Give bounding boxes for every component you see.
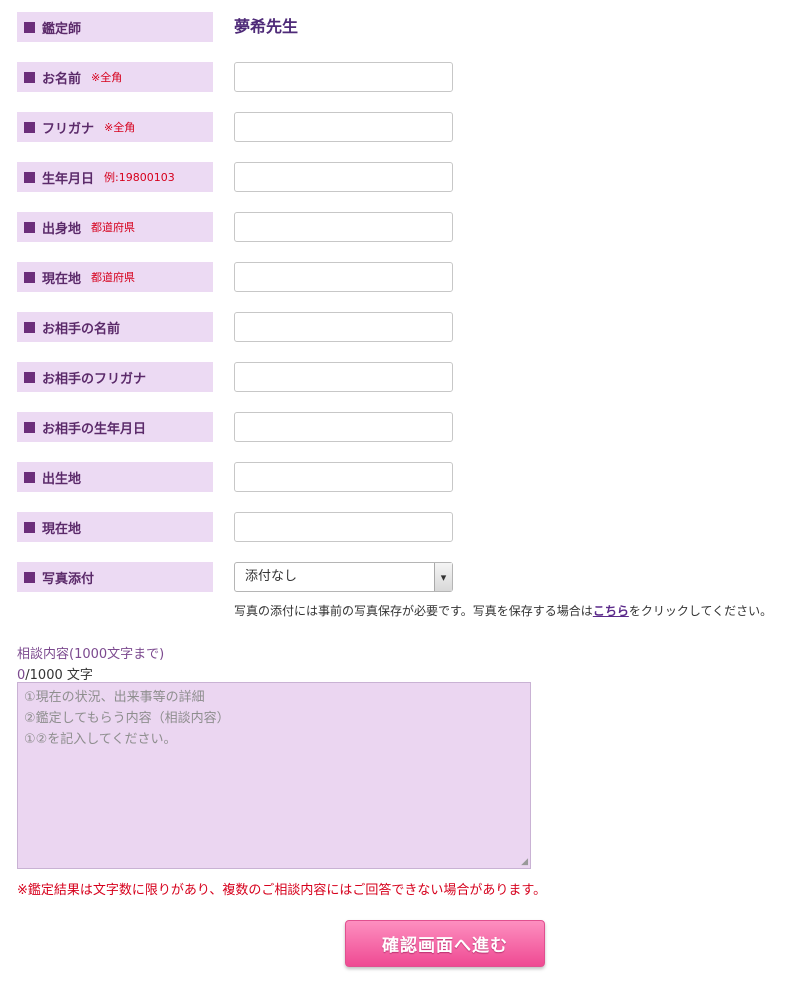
field-label-text: フリガナ <box>42 121 95 137</box>
square-bullet-icon <box>24 71 35 83</box>
text-input[interactable] <box>234 112 453 142</box>
field-label: お相手のフリガナ <box>17 362 213 392</box>
field-label: 出身地 都道府県 <box>17 212 213 242</box>
appraiser-name: 夢希先生 <box>234 17 299 36</box>
form-row: お相手のフリガナ <box>17 362 777 392</box>
field-label-text: お名前 <box>42 71 82 87</box>
field-label-text: 鑑定師 <box>42 21 82 37</box>
field-note: ※全角 <box>91 71 123 84</box>
field-label-text: 現在地 <box>42 271 82 287</box>
form-row: 出生地 <box>17 462 777 492</box>
field-label-text: お相手の生年月日 <box>42 421 147 437</box>
form-row: 出身地 都道府県 <box>17 212 777 242</box>
square-bullet-icon <box>24 221 35 233</box>
field-label-text: 出身地 <box>42 221 82 237</box>
text-input[interactable] <box>234 62 453 92</box>
field-label: 鑑定師 <box>17 12 213 42</box>
square-bullet-icon <box>24 421 35 433</box>
field-note: 例:19800103 <box>104 171 175 184</box>
field-label-text: 現在地 <box>42 521 82 537</box>
text-input[interactable] <box>234 262 453 292</box>
form-row: 現在地 都道府県 <box>17 262 777 292</box>
consultation-textarea[interactable]: ①現在の状況、出来事等の詳細 ②鑑定してもらう内容（相談内容） ①②を記入してく… <box>17 682 531 869</box>
chevron-down-icon[interactable]: ▾ <box>434 563 452 591</box>
field-label: 出生地 <box>17 462 213 492</box>
square-bullet-icon <box>24 171 35 183</box>
form-row: お相手の生年月日 <box>17 412 777 442</box>
text-input[interactable] <box>234 412 453 442</box>
photo-save-link[interactable]: こちら <box>593 604 629 618</box>
field-note: 都道府県 <box>91 221 136 234</box>
field-label: 生年月日 例:19800103 <box>17 162 213 192</box>
text-input[interactable] <box>234 212 453 242</box>
field-label: 写真添付 <box>17 562 213 592</box>
text-input[interactable] <box>234 362 453 392</box>
square-bullet-icon <box>24 21 35 33</box>
field-label-text: お相手のフリガナ <box>42 371 147 387</box>
field-label-text: 出生地 <box>42 471 82 487</box>
character-counter: 0/1000 文字 <box>17 664 93 683</box>
photo-note-text-end: をクリックしてください。 <box>628 604 773 618</box>
field-label-text: 生年月日 <box>42 171 95 187</box>
field-note: 都道府県 <box>91 271 136 284</box>
square-bullet-icon <box>24 121 35 133</box>
field-label-text: 写真添付 <box>42 571 95 587</box>
form-row: お相手の名前 <box>17 312 777 342</box>
consultation-placeholder: ①現在の状況、出来事等の詳細 ②鑑定してもらう内容（相談内容） ①②を記入してく… <box>24 690 230 747</box>
square-bullet-icon <box>24 471 35 483</box>
warning-note: ※鑑定結果は文字数に限りがあり、複数のご相談内容にはご回答できない場合があります… <box>17 883 547 898</box>
photo-note: 写真の添付には事前の写真保存が必要です。写真を保存する場合はこちらをクリックして… <box>234 602 772 619</box>
resize-handle-icon[interactable]: ◢ <box>521 857 528 867</box>
square-bullet-icon <box>24 371 35 383</box>
photo-attach-select[interactable]: 添付なし ▾ <box>234 562 453 592</box>
form-row: お名前 ※全角 <box>17 62 777 92</box>
text-input[interactable] <box>234 162 453 192</box>
field-note: ※全角 <box>104 121 136 134</box>
field-label: 現在地 <box>17 512 213 542</box>
form-row: 現在地 <box>17 512 777 542</box>
square-bullet-icon <box>24 571 35 583</box>
select-value: 添付なし <box>245 569 298 584</box>
consultation-label: 相談内容(1000文字まで) <box>17 647 165 662</box>
square-bullet-icon <box>24 271 35 283</box>
text-input[interactable] <box>234 462 453 492</box>
field-label: お相手の生年月日 <box>17 412 213 442</box>
field-label: お相手の名前 <box>17 312 213 342</box>
field-label: お名前 ※全角 <box>17 62 213 92</box>
form-row: 生年月日 例:19800103 <box>17 162 777 192</box>
field-label: フリガナ ※全角 <box>17 112 213 142</box>
square-bullet-icon <box>24 321 35 333</box>
form-row: 鑑定師 夢希先生 <box>17 12 777 42</box>
field-label-text: お相手の名前 <box>42 321 121 337</box>
form-row: フリガナ ※全角 <box>17 112 777 142</box>
character-limit: /1000 文字 <box>25 668 93 683</box>
photo-note-text: 写真の添付には事前の写真保存が必要です。写真を保存する場合は <box>234 604 593 618</box>
form-row: 写真添付 添付なし ▾ <box>17 562 777 592</box>
confirm-button[interactable]: 確認画面へ進む <box>345 920 545 967</box>
text-input[interactable] <box>234 312 453 342</box>
text-input[interactable] <box>234 512 453 542</box>
square-bullet-icon <box>24 521 35 533</box>
field-label: 現在地 都道府県 <box>17 262 213 292</box>
